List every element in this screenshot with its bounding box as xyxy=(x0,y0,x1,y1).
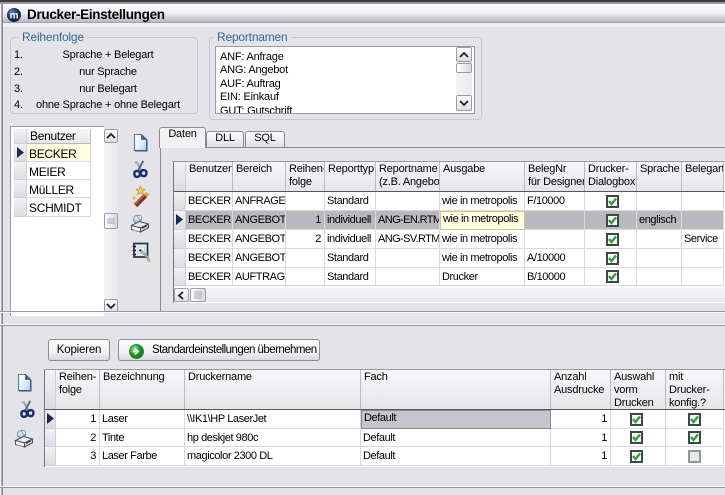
svg-text:m: m xyxy=(10,11,19,22)
